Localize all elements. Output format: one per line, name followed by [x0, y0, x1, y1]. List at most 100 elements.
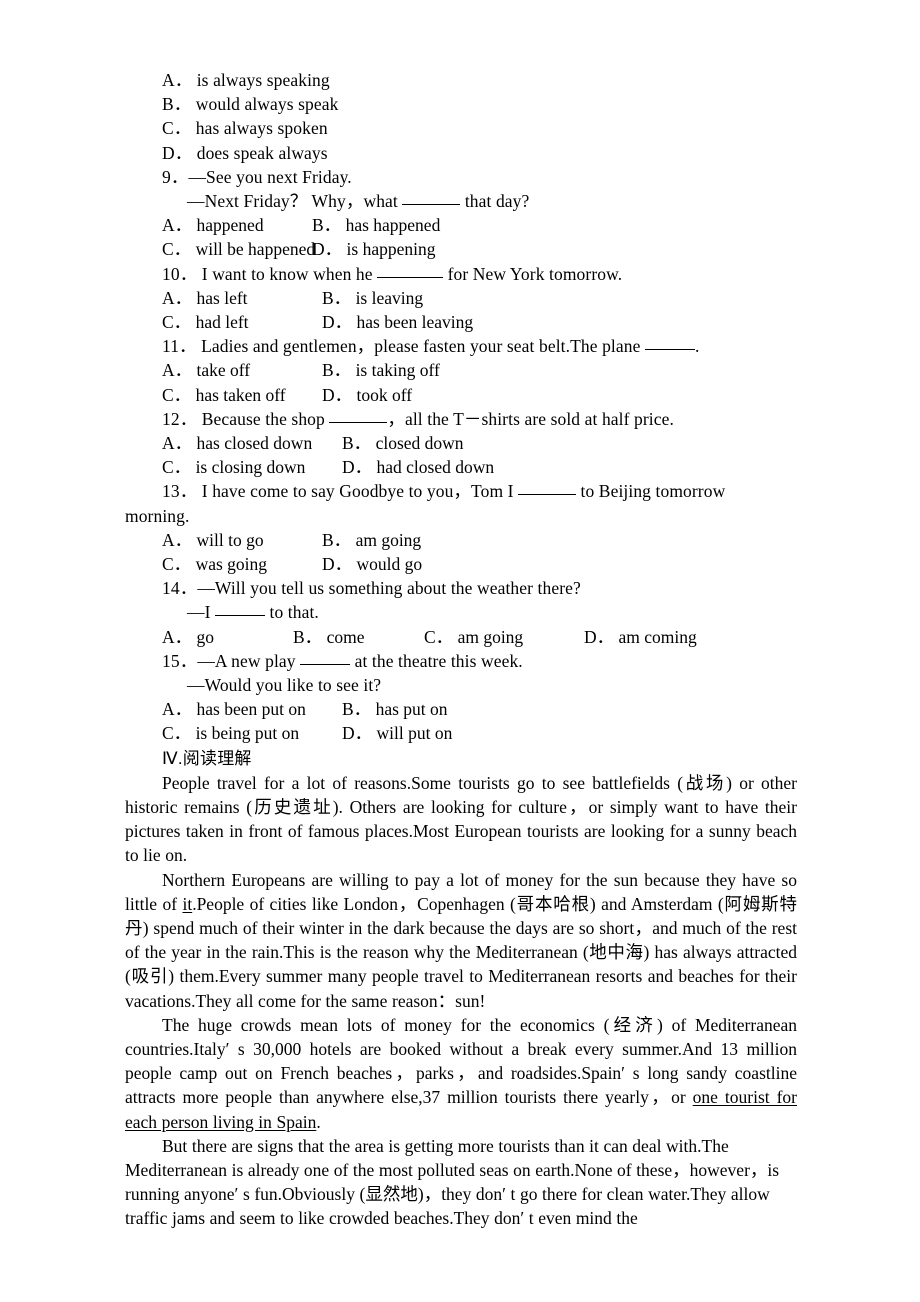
option-text: will put on [376, 723, 453, 744]
option-row: C． is closing down D． had closed down [125, 455, 797, 479]
option-text: has been leaving [356, 312, 474, 333]
option-row: C． had left D． has been leaving [125, 310, 797, 334]
option-text: closed down [375, 433, 464, 454]
option-b: B． is taking off [322, 358, 440, 382]
question-number: 13． [162, 481, 198, 502]
option-label: D． [322, 384, 353, 405]
question-stem-text: at the theatre this week. [350, 650, 523, 671]
option-label: C． [162, 118, 192, 139]
passage-text: .People of cities like London，Copenhagen… [125, 893, 797, 1011]
option-row: C． was going D． would go [125, 552, 797, 576]
option-row: A． take off B． is taking off [125, 358, 797, 382]
question-number: 11． [162, 336, 197, 357]
question-number: 10． [162, 263, 198, 284]
option-b: B． has put on [342, 697, 448, 721]
option-c: C． is being put on [162, 721, 342, 745]
option-a: A． go [162, 625, 293, 649]
option-c: C． is closing down [162, 455, 342, 479]
option-text: had left [195, 312, 249, 333]
option-d: D． will put on [342, 721, 452, 745]
option-a: A． take off [162, 358, 322, 382]
option-label: D． [342, 723, 373, 744]
option-text: come [326, 626, 365, 647]
question-stem: 11． Ladies and gentlemen，please fasten y… [125, 334, 797, 358]
option-row: C． is being put on D． will put on [125, 721, 797, 745]
option-label: A． [162, 626, 193, 647]
option-d: D． took off [322, 383, 412, 407]
option-text: is being put on [195, 723, 300, 744]
option-label: D． [322, 554, 353, 575]
option-label: A． [162, 215, 193, 236]
option-label: C． [162, 457, 192, 478]
option-text: is happening [346, 239, 436, 260]
question-stem-wrap: morning. [125, 505, 190, 526]
option-b: B． is leaving [322, 286, 423, 310]
option-c: C． will be happened [162, 237, 315, 261]
question-stem-text: —See you next Friday. [188, 166, 352, 187]
option-label: A． [162, 287, 193, 308]
option-label: D． [322, 312, 353, 333]
option-b: B． has happened [312, 213, 440, 237]
option-text: would always speak [195, 94, 339, 115]
option-b: B． come [293, 625, 424, 649]
option-label: D． [312, 239, 343, 260]
option-label: B． [322, 529, 352, 550]
option-label: D． [162, 142, 193, 163]
option-row: A． has left B． is leaving [125, 286, 797, 310]
question-stem-text: . [694, 336, 700, 357]
question-stem: 9．—See you next Friday. [125, 165, 797, 189]
option-d: D． has been leaving [322, 310, 473, 334]
option-label: B． [293, 626, 323, 647]
option-row: A． will to go B． am going [125, 528, 797, 552]
option-label: C． [162, 312, 192, 333]
passage-paragraph: Northern Europeans are willing to pay a … [125, 868, 797, 1013]
option-label: D． [584, 626, 615, 647]
option-text: will to go [196, 529, 264, 550]
option-d: D． am coming [584, 625, 697, 649]
option-text: had closed down [376, 457, 495, 478]
option-d: D． would go [322, 552, 422, 576]
option-row: A． has closed down B． closed down [125, 431, 797, 455]
answer-blank[interactable] [329, 409, 388, 423]
option-c: C． has taken off [162, 383, 322, 407]
question-stem-text: for New York tomorrow. [443, 263, 623, 284]
question-stem-text: that day? [460, 191, 530, 212]
question-stem-text: —Next Friday？ Why，what [187, 191, 403, 212]
option-b: B． am going [322, 528, 421, 552]
option-label: C． [162, 723, 192, 744]
answer-blank[interactable] [402, 191, 461, 206]
question-stem-text: Because the shop [197, 408, 330, 429]
answer-blank[interactable] [518, 481, 577, 496]
text-column: A． is always speaking B． would always sp… [125, 68, 797, 1231]
option-label: A． [162, 529, 193, 550]
option-label: B． [342, 699, 372, 720]
answer-blank[interactable] [215, 602, 266, 617]
option-text: is leaving [355, 287, 424, 308]
question-stem-continued: —I to that. [125, 600, 797, 624]
passage-text: . [316, 1111, 321, 1132]
question-stem: 10． I want to know when he for New York … [125, 262, 797, 286]
question-stem: 13． I have come to say Goodbye to you，To… [125, 479, 797, 503]
option-a: A． will to go [162, 528, 322, 552]
answer-blank[interactable] [300, 651, 351, 665]
option-text: am coming [618, 626, 697, 647]
question-stem-text: —A new play [197, 650, 301, 671]
option-text: will be happened [195, 239, 316, 260]
question-stem-continued: —Would you like to see it? [187, 675, 382, 696]
question-stem-text: —Will you tell us something about the we… [197, 578, 581, 599]
option-text: took off [356, 384, 413, 405]
option-a: A． happened [162, 213, 312, 237]
answer-blank[interactable] [644, 336, 695, 351]
option-row: C． will be happenedD． is happening [125, 237, 797, 261]
passage-paragraph: But there are signs that the area is get… [125, 1135, 780, 1229]
answer-blank[interactable] [377, 264, 444, 278]
option-label: A． [162, 70, 193, 90]
option-text: go [196, 626, 215, 647]
option-b: B． closed down [342, 431, 464, 455]
option-text: would go [356, 554, 423, 575]
option-row: B． would always speak [125, 92, 797, 116]
option-c: C． was going [162, 552, 322, 576]
option-text: has left [196, 287, 248, 308]
underlined-reference: it [182, 893, 193, 914]
option-text: take off [196, 360, 251, 381]
